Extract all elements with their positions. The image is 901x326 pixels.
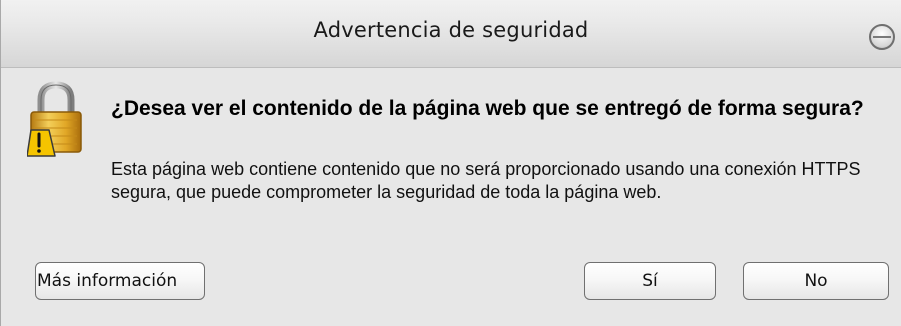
title-bar[interactable]: Advertencia de seguridad <box>1 0 901 68</box>
dialog-heading: ¿Desea ver el contenido de la página web… <box>111 97 864 120</box>
dialog-title: Advertencia de seguridad <box>313 18 589 42</box>
more-info-button[interactable]: Más información <box>35 262 205 300</box>
security-warning-dialog: Advertencia de seguridad ¿Desea ver el c… <box>0 0 901 326</box>
lock-warning-icon <box>27 81 82 157</box>
no-button[interactable]: No <box>743 262 889 300</box>
dialog-message: Esta página web contiene contenido que n… <box>111 159 861 202</box>
window-control-icon[interactable] <box>869 24 895 50</box>
yes-button[interactable]: Sí <box>584 262 716 300</box>
